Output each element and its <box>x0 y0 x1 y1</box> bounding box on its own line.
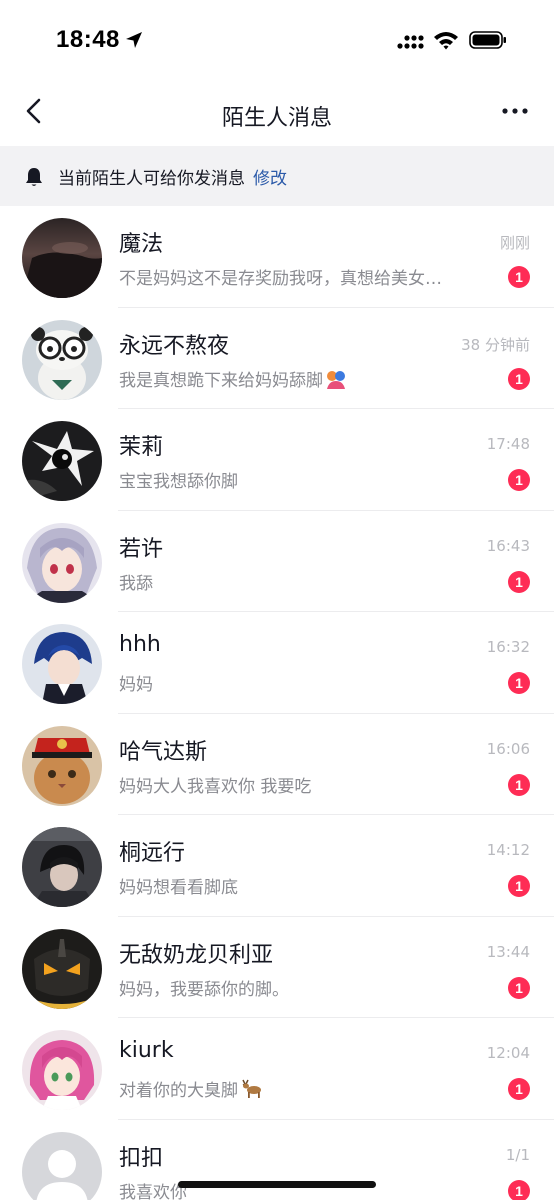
message-preview: 妈妈 <box>119 670 153 695</box>
message-time: 16:32 <box>486 638 530 656</box>
message-time: 16:43 <box>486 536 530 555</box>
message-preview: 宝宝我想舔你脚 <box>119 467 238 492</box>
message-preview-text: 妈妈，我要舔你的脚。 <box>119 979 289 1000</box>
contact-name: 桐远行 <box>119 841 186 866</box>
status-bar: 18:48 <box>0 0 554 80</box>
nav-bar: 陌生人消息 <box>0 80 554 146</box>
home-indicator <box>178 1181 376 1188</box>
message-preview-text: 我舔 <box>119 573 153 594</box>
cellular-signal-icon <box>397 35 424 49</box>
message-preview: 妈妈想看看脚底 <box>119 873 238 898</box>
message-time: 38 分钟前 <box>461 335 530 354</box>
message-preview-text: 我喜欢你 <box>119 1182 187 1200</box>
unread-badge: 1 <box>508 976 530 999</box>
avatar[interactable] <box>22 725 102 806</box>
unread-badge: 1 <box>508 469 530 491</box>
conversation-row[interactable]: 桐远行 14:12 妈妈想看看脚底 1 <box>0 815 554 917</box>
contact-name: 茉莉 <box>119 435 164 460</box>
message-preview: 不是妈妈这不是存奖励我呀，真想给美女… <box>119 264 442 289</box>
unread-badge: 1 <box>508 773 530 796</box>
avatar[interactable] <box>22 928 102 1009</box>
more-options-button[interactable] <box>496 96 536 126</box>
avatar[interactable] <box>22 319 102 400</box>
contact-name: 若许 <box>119 536 164 562</box>
unread-badge: 1 <box>508 367 530 390</box>
message-preview: 妈妈，我要舔你的脚。 <box>119 975 289 1000</box>
wifi-icon <box>434 32 458 50</box>
status-time: 18:48 <box>56 26 120 53</box>
hug-emoji-icon <box>327 370 345 389</box>
avatar[interactable] <box>22 624 102 704</box>
message-preview: 对着你的大臭脚 <box>119 1076 262 1101</box>
message-preview: 我舔 <box>119 569 153 594</box>
message-preview-text: 妈妈大人我喜欢你 我要吃 <box>119 776 312 797</box>
message-time: 刚刚 <box>499 234 530 252</box>
avatar[interactable] <box>22 421 102 501</box>
message-preview-text: 宝宝我想舔你脚 <box>119 472 238 492</box>
conversation-list: 魔法 刚刚不是妈妈这不是存奖励我呀，真想给美女… 1 永远不熬夜 38 分钟前我是真想跪… <box>0 206 554 1200</box>
message-preview-text: 妈妈想看看脚底 <box>119 878 238 898</box>
message-time: 16:06 <box>486 739 530 758</box>
conversation-row[interactable]: 永远不熬夜 38 分钟前我是真想跪下来给妈妈舔脚 1 <box>0 308 554 409</box>
modify-link[interactable]: 修改 <box>253 169 287 189</box>
conversation-row[interactable]: 无敌奶龙贝利亚 13:44 妈妈，我要舔你的脚。 1 <box>0 917 554 1018</box>
unread-badge: 1 <box>508 1078 530 1100</box>
message-preview-text: 对着你的大臭脚 <box>119 1081 238 1101</box>
conversation-row[interactable]: hhh 16:32 妈妈 1 <box>0 612 554 714</box>
battery-icon <box>469 31 506 49</box>
unread-badge: 1 <box>508 875 530 897</box>
deer-emoji-icon <box>242 1079 261 1098</box>
message-preview: 妈妈大人我喜欢你 我要吃 <box>119 772 311 797</box>
message-time: 17:48 <box>486 435 530 453</box>
conversation-row[interactable]: 魔法 刚刚不是妈妈这不是存奖励我呀，真想给美女… 1 <box>0 206 554 308</box>
contact-name: kiurk <box>119 1038 174 1063</box>
contact-name: 哈气达斯 <box>119 739 208 765</box>
unread-badge: 1 <box>508 570 530 593</box>
conversation-row[interactable]: 哈气达斯 16:06 妈妈大人我喜欢你 我要吃 1 <box>0 714 554 815</box>
message-time: 13:44 <box>486 942 530 961</box>
message-time: 1/1 <box>505 1145 530 1164</box>
message-time: 14:12 <box>486 841 530 859</box>
contact-name: 魔法 <box>119 232 164 257</box>
message-preview-text: 不是妈妈这不是存奖励我呀，真想给美女… <box>119 269 442 289</box>
avatar[interactable] <box>22 218 102 298</box>
contact-name: 扣扣 <box>119 1145 164 1171</box>
message-preview: 我喜欢你 <box>119 1178 187 1200</box>
unread-badge: 1 <box>508 672 530 694</box>
conversation-row[interactable]: kiurk 12:04 对着你的大臭脚 1 <box>0 1018 554 1120</box>
unread-badge: 1 <box>508 266 530 288</box>
unread-badge: 1 <box>508 1179 530 1200</box>
stranger-notice-banner: 当前陌生人可给你发消息 修改 <box>0 146 554 206</box>
contact-name: 永远不熬夜 <box>119 333 230 359</box>
message-preview-text: 妈妈 <box>119 675 153 695</box>
message-time: 12:04 <box>486 1044 530 1062</box>
notice-message: 当前陌生人可给你发消息 <box>58 169 245 189</box>
contact-name: 无敌奶龙贝利亚 <box>119 942 274 968</box>
location-arrow-icon <box>126 32 142 48</box>
conversation-row[interactable]: 若许 16:43 我舔 1 <box>0 511 554 612</box>
contact-name: hhh <box>119 632 161 657</box>
page-title: 陌生人消息 <box>221 106 332 131</box>
bell-icon <box>26 168 42 186</box>
avatar[interactable] <box>22 1131 102 1200</box>
conversation-row[interactable]: 茉莉 17:48 宝宝我想舔你脚 1 <box>0 409 554 511</box>
notice-text: 当前陌生人可给你发消息 修改 <box>58 164 287 189</box>
message-preview: 我是真想跪下来给妈妈舔脚 <box>119 366 347 391</box>
avatar[interactable] <box>22 827 102 907</box>
avatar[interactable] <box>22 522 102 603</box>
avatar[interactable] <box>22 1030 102 1110</box>
message-preview-text: 我是真想跪下来给妈妈舔脚 <box>119 370 323 391</box>
